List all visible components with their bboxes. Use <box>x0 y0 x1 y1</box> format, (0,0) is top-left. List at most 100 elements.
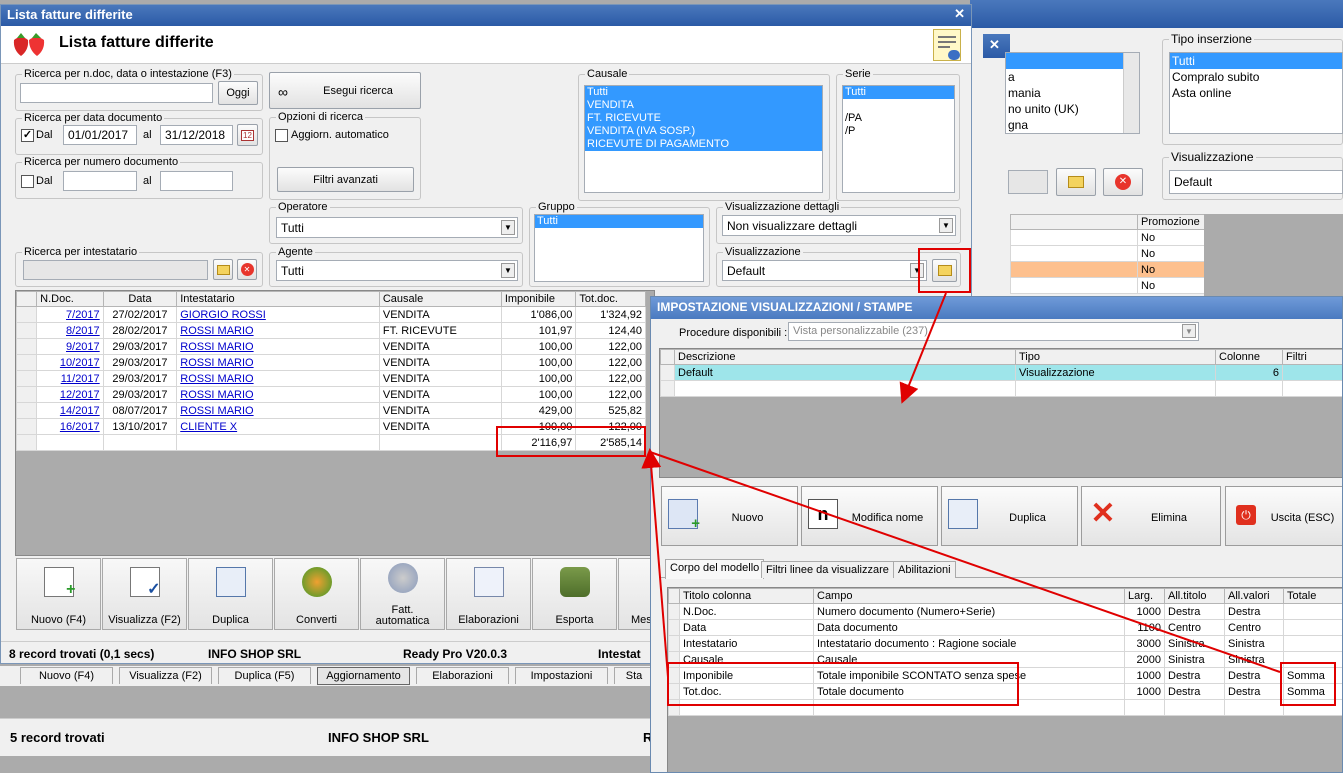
tab-nuovo[interactable]: Nuovo (F4) <box>20 667 113 684</box>
search-button[interactable]: ∞ Esegui ricerca <box>269 72 421 109</box>
table-row[interactable] <box>660 380 1342 397</box>
tab-model-body[interactable]: Corpo del modello <box>665 559 765 579</box>
row-link[interactable]: 10/2017 <box>60 357 100 369</box>
column-header[interactable]: Totale <box>1283 588 1342 604</box>
column-header[interactable]: Imponibile <box>500 291 577 307</box>
row-link[interactable]: ROSSI MARIO <box>180 341 253 353</box>
list-item[interactable] <box>843 99 954 112</box>
chevron-down-icon[interactable]: ▼ <box>1182 324 1196 338</box>
tab-line-filters[interactable]: Filtri linee da visualizzare <box>761 561 894 578</box>
intestatario-input[interactable] <box>23 260 208 280</box>
column-header[interactable]: All.valori <box>1224 588 1284 604</box>
table-row[interactable]: Imponibile Totale imponibile SCONTATO sen… <box>668 667 1342 684</box>
cell-value[interactable]: Destra <box>1164 683 1225 700</box>
table-row[interactable]: No <box>1010 277 1205 294</box>
cell-value[interactable]: 1000 <box>1124 667 1165 684</box>
table-row[interactable]: 10/2017 29/03/2017 ROSSI MARIO VENDITA 100,0… <box>15 354 646 371</box>
report-icon[interactable] <box>933 29 961 61</box>
causale-list[interactable]: Tutti VENDITA FT. RICEVUTE VENDITA (IVA … <box>584 85 823 193</box>
row-link[interactable]: ROSSI MARIO <box>180 325 253 337</box>
cell-value[interactable]: Causale <box>813 651 1125 668</box>
cell-value[interactable]: 1100 <box>1124 619 1165 636</box>
table-row[interactable]: No <box>1010 245 1205 262</box>
cell-value[interactable] <box>1283 635 1342 652</box>
cell-value[interactable]: Centro <box>1164 619 1225 636</box>
calendar-button[interactable]: 12 <box>237 124 258 146</box>
duplicate-view-button[interactable]: Duplica <box>941 486 1078 546</box>
tab-elaborazioni[interactable]: Elaborazioni <box>416 667 509 684</box>
table-row[interactable]: 12/2017 29/03/2017 ROSSI MARIO VENDITA 100,0… <box>15 386 646 403</box>
export-button[interactable]: Esporta <box>532 558 617 630</box>
chevron-down-icon[interactable]: ▼ <box>910 263 924 278</box>
table-row[interactable]: Data Data documento 1100 Centro Centro <box>668 619 1342 636</box>
list-item[interactable]: a <box>1006 69 1139 85</box>
column-header[interactable]: Filtri <box>1282 349 1342 365</box>
row-link[interactable]: 7/2017 <box>66 309 100 321</box>
clear-button[interactable]: ✕ <box>1103 168 1143 196</box>
view-select[interactable]: Default ▼ <box>722 260 927 281</box>
new-view-button[interactable]: + Nuovo <box>661 486 798 546</box>
cell-value[interactable]: Data documento <box>813 619 1125 636</box>
cell-value[interactable] <box>1283 603 1342 620</box>
list-item[interactable]: /P <box>843 125 954 138</box>
list-item[interactable]: Asta online <box>1170 85 1342 101</box>
table-row[interactable]: N.Doc. Numero documento (Numero+Serie) 100… <box>668 603 1342 620</box>
cell-value[interactable] <box>1283 619 1342 636</box>
column-header[interactable]: N.Doc. <box>36 291 104 307</box>
column-header[interactable]: Colonne <box>1215 349 1283 365</box>
column-header[interactable]: Tot.doc. <box>575 291 646 307</box>
column-header[interactable]: Campo <box>813 588 1125 604</box>
row-link[interactable]: 14/2017 <box>60 405 100 417</box>
operatore-select[interactable]: Tutti ▼ <box>276 217 518 238</box>
cell-value[interactable]: Somma <box>1283 667 1342 684</box>
cell-value[interactable]: Imponibile <box>679 667 814 684</box>
cell-value[interactable]: Sinistra <box>1224 651 1284 668</box>
scrollbar[interactable] <box>1123 53 1139 133</box>
serie-list[interactable]: Tutti /PA /P <box>842 85 955 193</box>
row-link[interactable]: ROSSI MARIO <box>180 405 253 417</box>
number-from-input[interactable] <box>63 171 137 191</box>
cell-value[interactable]: Causale <box>679 651 814 668</box>
chevron-down-icon[interactable]: ▼ <box>939 218 953 233</box>
agente-select[interactable]: Tutti ▼ <box>276 260 518 281</box>
row-link[interactable]: GIORGIO ROSSI <box>180 309 266 321</box>
list-item[interactable]: Tutti <box>843 86 954 99</box>
country-list[interactable]: a mania no unito (UK) gna <box>1005 52 1140 134</box>
table-row[interactable]: No <box>1010 261 1205 278</box>
tab-visualizza[interactable]: Visualizza (F2) <box>119 667 212 684</box>
cell-value[interactable]: Centro <box>1224 619 1284 636</box>
cell-value[interactable]: Destra <box>1224 603 1284 620</box>
folder-button[interactable] <box>1056 168 1096 196</box>
column-header[interactable]: Promozione <box>1137 214 1205 230</box>
cell-value[interactable]: Sinistra <box>1164 651 1225 668</box>
tab-permissions[interactable]: Abilitazioni <box>893 561 956 578</box>
cell-value[interactable]: Totale documento <box>813 683 1125 700</box>
gruppo-list[interactable]: Tutti <box>534 214 704 282</box>
row-link[interactable]: 8/2017 <box>66 325 100 337</box>
cell-value[interactable]: Totale imponibile SCONTATO senza spese <box>813 667 1125 684</box>
cell-value[interactable]: Sinistra <box>1164 635 1225 652</box>
auto-update-checkbox[interactable] <box>275 129 288 142</box>
list-item[interactable]: Tutti <box>535 215 703 228</box>
view-settings-button[interactable] <box>932 259 957 282</box>
cell-value[interactable]: Destra <box>1164 667 1225 684</box>
cell-value[interactable]: N.Doc. <box>679 603 814 620</box>
number-to-input[interactable] <box>160 171 233 191</box>
cell-value[interactable]: Intestatario documento : Ragione sociale <box>813 635 1125 652</box>
cell-value[interactable]: 3000 <box>1124 635 1165 652</box>
processing-button[interactable]: Elaborazioni <box>446 558 531 630</box>
tab-aggiornamento[interactable]: Aggiornamento <box>317 667 410 685</box>
background-search-field[interactable] <box>1008 170 1048 194</box>
column-header[interactable]: Data <box>102 291 178 307</box>
table-row[interactable]: Intestatario Intestatario documento : Rag… <box>668 635 1342 652</box>
row-link[interactable]: ROSSI MARIO <box>180 357 253 369</box>
table-row[interactable] <box>668 699 1342 716</box>
cell-value[interactable]: Tot.doc. <box>679 683 814 700</box>
list-item[interactable]: /PA <box>843 112 954 125</box>
table-row[interactable]: Causale Causale 2000 Sinistra Sinistra <box>668 651 1342 668</box>
table-row[interactable]: 16/2017 13/10/2017 CLIENTE X VENDITA 100,00 1… <box>15 418 646 435</box>
cell-value[interactable]: Somma <box>1283 683 1342 700</box>
cell-value[interactable]: Destra <box>1164 603 1225 620</box>
list-item[interactable]: mania <box>1006 85 1139 101</box>
date-from-input[interactable]: 01/01/2017 <box>63 125 137 145</box>
